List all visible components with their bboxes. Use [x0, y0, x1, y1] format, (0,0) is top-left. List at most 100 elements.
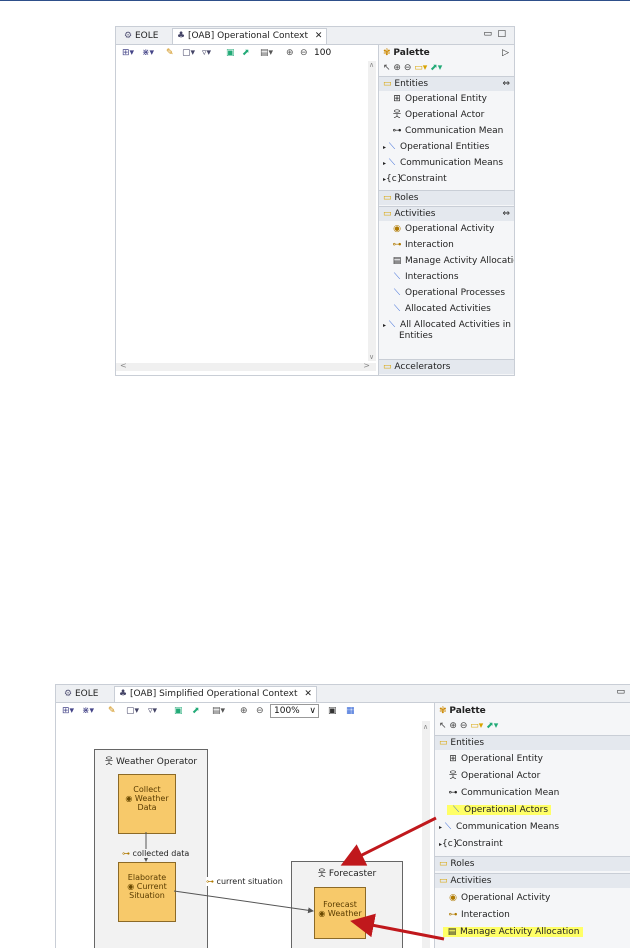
pointer-icon[interactable]: ↖ [383, 63, 391, 73]
drawer-roles[interactable]: ▭ Roles [379, 190, 514, 205]
pointer-icon[interactable]: ↖ [439, 721, 447, 731]
diagram-edges [143, 832, 314, 914]
tool-constraint[interactable]: ▸{c}Constraint [379, 172, 514, 187]
slash-icon: ⟍ [452, 805, 460, 815]
select-tool-icon[interactable]: ⊞▾ [62, 705, 74, 717]
layer-icon[interactable]: ▣ [174, 705, 183, 717]
tool-interaction[interactable]: ⊶ Interaction [379, 238, 514, 253]
layer-icon[interactable]: ▣ [226, 47, 235, 59]
scroll-down-icon[interactable]: ∨ [369, 353, 374, 361]
tool-operational-entity[interactable]: ⊞ Operational Entity [435, 752, 630, 767]
tool-constraint[interactable]: ▸{c}Constraint [435, 837, 630, 852]
vertical-scrollbar[interactable]: ∧ ∨ [368, 61, 376, 361]
zoom-out-icon[interactable]: ⊖ [300, 47, 308, 59]
zoom-out-icon[interactable]: ⊖ [256, 705, 264, 717]
drawer-entities[interactable]: ▭ Entities ⇔ [379, 76, 514, 91]
tool-operational-activity[interactable]: ◉ Operational Activity [379, 222, 514, 237]
scroll-up-icon[interactable]: ∧ [423, 723, 428, 731]
tool-manage-activity-allocation[interactable]: ▤ Manage Activity Allocation [435, 925, 630, 940]
tab-operational-context[interactable]: ♣ [OAB] Operational Context ✕ [172, 28, 328, 44]
actor-icon: 웃 [448, 771, 458, 781]
drawer-accelerators[interactable]: ▭ Accelerators [379, 359, 514, 374]
minimize-icon[interactable]: ▭ [483, 29, 492, 39]
close-icon[interactable]: ✕ [304, 689, 312, 699]
tool-operational-actor[interactable]: 웃 Operational Actor [435, 769, 630, 784]
maximize-icon[interactable]: □ [497, 29, 506, 39]
horizontal-scrollbar[interactable]: < > [116, 361, 376, 371]
export-icon[interactable]: ⬈ [192, 705, 200, 717]
zoom-in-tool-icon[interactable]: ⊕ [449, 721, 457, 731]
tool-all-allocated-activities[interactable]: ▸ ⟍ All Allocated Activities in Entities [379, 318, 514, 346]
allocation-icon: ▤ [447, 927, 457, 937]
actor-icon: 웃 [392, 110, 402, 120]
drawer-activities[interactable]: ▭ Activities ⇔ [379, 206, 514, 221]
zoom-out-tool-icon[interactable]: ⊖ [404, 63, 412, 73]
diagram-canvas[interactable]: 웃 Weather Operator Collect ◉ Weather Dat… [56, 721, 420, 948]
tool-allocated-activities[interactable]: ⟍ Allocated Activities [379, 302, 514, 317]
tool-interaction[interactable]: ⊶ Interaction [435, 908, 630, 923]
arrange-icon[interactable]: ⋇▾ [82, 705, 94, 717]
paint-icon[interactable]: ✎ [166, 47, 174, 59]
close-icon[interactable]: ✕ [315, 31, 323, 41]
filter-icon[interactable]: ▿▾ [148, 705, 157, 717]
chevron-down-icon: ∨ [309, 706, 316, 716]
entity-icon: ⊞ [393, 94, 401, 104]
clipboard-icon[interactable]: ▤▾ [260, 47, 273, 59]
select-tool-icon[interactable]: ⊞▾ [122, 47, 134, 59]
vertical-scrollbar[interactable]: ∧ [422, 721, 430, 948]
paint-icon[interactable]: ✎ [108, 705, 116, 717]
slash-icon: ⟍ [388, 320, 396, 330]
tool-manage-activity-allocation[interactable]: ▤ Manage Activity Allocation [379, 254, 514, 269]
zoom-out-tool-icon[interactable]: ⊖ [460, 721, 468, 731]
zoom-in-icon[interactable]: ⊕ [286, 47, 294, 59]
note-icon[interactable]: ▭▾ [470, 721, 483, 731]
clipboard-icon[interactable]: ▤▾ [212, 705, 225, 717]
rect-icon[interactable]: ▢▾ [182, 47, 195, 59]
editor-tab-bar: ⚙ EOLE ♣ [OAB] Operational Context ✕ ▭ □ [116, 27, 514, 45]
drawer-roles[interactable]: ▭ Roles [435, 856, 630, 871]
scroll-left-icon[interactable]: < [120, 361, 127, 370]
scroll-right-icon[interactable]: > [363, 361, 370, 370]
drawer-activities[interactable]: ▭ Activities [435, 873, 630, 888]
folder-icon: ▭ [383, 362, 392, 372]
pin-icon[interactable]: ⇔ [502, 77, 510, 91]
edge-current-situation[interactable] [173, 890, 314, 914]
tool-operational-actor[interactable]: 웃 Operational Actor [379, 108, 514, 123]
zoom-select[interactable]: 100% ∨ [270, 704, 319, 718]
tool-operational-activity[interactable]: ◉ Operational Activity [435, 891, 630, 906]
tab-eole[interactable]: ⚙ EOLE [120, 29, 162, 44]
communication-icon: ⊶ [448, 788, 458, 798]
filter-icon[interactable]: ▿▾ [202, 47, 211, 59]
tab-simplified-operational-context[interactable]: ♣ [OAB] Simplified Operational Context ✕ [114, 686, 317, 702]
note-icon[interactable]: ▭▾ [414, 63, 427, 73]
camera-icon[interactable]: ▣ [328, 705, 337, 717]
diagram-canvas[interactable] [116, 61, 368, 361]
tool-communication-means[interactable]: ▸ ⟍ Communication Means [379, 156, 514, 171]
drawer-entities[interactable]: ▭ Entities [435, 735, 630, 750]
tool-interactions[interactable]: ⟍ Interactions [379, 270, 514, 285]
scroll-up-icon[interactable]: ∧ [369, 61, 374, 69]
tool-communication-mean[interactable]: ⊶ Communication Mean [379, 124, 514, 139]
zoom-in-tool-icon[interactable]: ⊕ [393, 63, 401, 73]
tool-operational-actors[interactable]: ⟍ Operational Actors [435, 803, 630, 818]
folder-icon: ▭ [439, 859, 448, 869]
interaction-icon: ⊶ [122, 849, 130, 858]
tab-eole[interactable]: ⚙ EOLE [60, 687, 102, 702]
rect-icon[interactable]: ▢▾ [126, 705, 139, 717]
minimize-icon[interactable]: ▭ [616, 687, 625, 697]
pin-icon[interactable]: ⇔ [502, 207, 510, 221]
link-icon[interactable]: ⬈▾ [430, 63, 442, 73]
tool-operational-processes[interactable]: ⟍ Operational Processes [379, 286, 514, 301]
collapse-palette-icon[interactable]: ▷ [502, 45, 509, 61]
interaction-icon: ⊶ [448, 910, 458, 920]
zoom-in-icon[interactable]: ⊕ [240, 705, 248, 717]
arrange-icon[interactable]: ⋇▾ [142, 47, 154, 59]
zoom-value[interactable]: 100 [314, 47, 331, 59]
tool-communication-mean[interactable]: ⊶ Communication Mean [435, 786, 630, 801]
tool-communication-means[interactable]: ▸ ⟍ Communication Means [435, 820, 630, 835]
tool-operational-entity[interactable]: ⊞ Operational Entity [379, 92, 514, 107]
tool-operational-entities[interactable]: ▸ ⟍ Operational Entities [379, 140, 514, 155]
export-icon[interactable]: ⬈ [242, 47, 250, 59]
link-icon[interactable]: ⬈▾ [486, 721, 498, 731]
grid-icon[interactable]: ▦ [346, 705, 355, 717]
